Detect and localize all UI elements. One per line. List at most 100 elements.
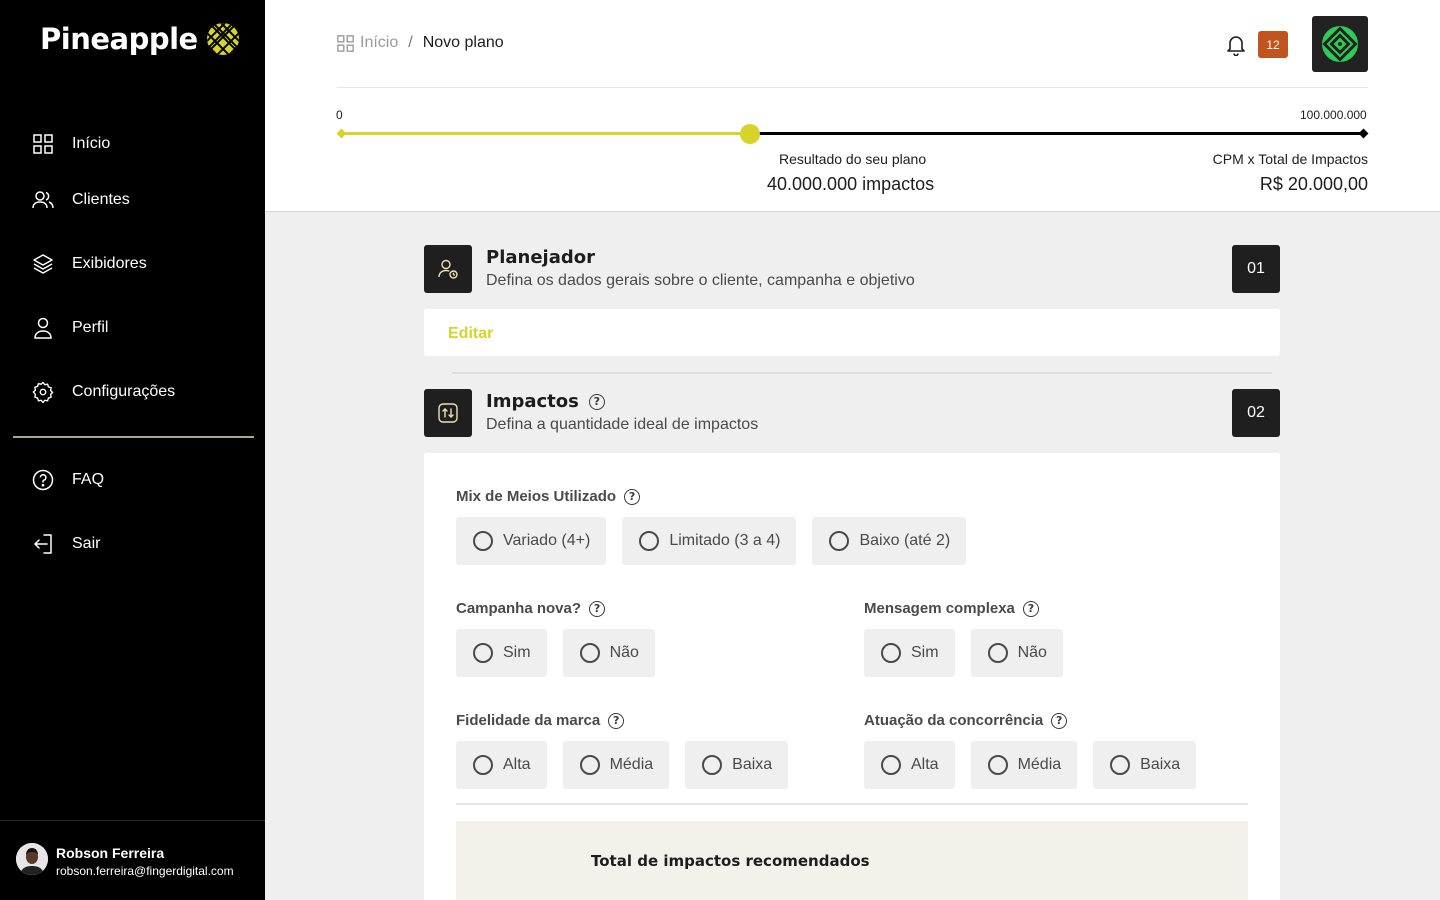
radio-option[interactable]: Baixo (até 2): [812, 517, 967, 565]
sidebar-item-label: Sair: [72, 535, 101, 552]
radio-circle: [473, 531, 493, 551]
cpm-value: R$ 20.000,00: [1259, 174, 1368, 194]
question-mensagem-complexa: Mensagem complexa ?: [864, 600, 1039, 617]
step-planejador: Planejador Defina os dados gerais sobre …: [424, 245, 1280, 293]
sidebar-item-exibidores[interactable]: Exibidores: [32, 253, 147, 275]
organization-avatar[interactable]: [1312, 16, 1368, 72]
notifications-button[interactable]: [1226, 34, 1246, 57]
help-icon[interactable]: ?: [589, 600, 606, 617]
breadcrumb-home-label: Início: [360, 34, 399, 51]
radio-option[interactable]: Alta: [864, 741, 955, 789]
radio-circle: [639, 531, 660, 551]
header-divider: [337, 87, 1368, 88]
edit-link[interactable]: Editar: [448, 325, 493, 343]
sidebar-item-label: Exibidores: [72, 255, 147, 272]
help-icon[interactable]: ?: [588, 393, 605, 410]
total-impacts-title: Total de impactos recomendados: [591, 852, 870, 870]
option-label: Média: [609, 756, 654, 773]
question-mix-meios: Mix de Meios Utilizado ?: [456, 488, 641, 505]
step-title: Planejador: [486, 247, 595, 268]
question-label: Mensagem complexa: [864, 600, 1015, 617]
option-label: Média: [1017, 756, 1062, 773]
user-email: robson.ferreira@fingerdigital.com: [56, 864, 234, 878]
help-icon[interactable]: ?: [1051, 712, 1068, 729]
step-number: 02: [1232, 389, 1280, 437]
user-profile[interactable]: Robson Ferreira robson.ferreira@fingerdi…: [0, 820, 265, 900]
breadcrumb: Início / Novo plano: [337, 34, 504, 52]
radio-circle: [473, 643, 493, 663]
question-label: Atuação da concorrência: [864, 712, 1044, 729]
option-label: Baixa: [1140, 756, 1181, 773]
planner-icon: [424, 245, 472, 293]
radio-option[interactable]: Variado (4+): [456, 517, 607, 565]
slider-end-marker: [1358, 128, 1369, 139]
impact-icon: [424, 389, 472, 437]
sidebar-item-sair[interactable]: Sair: [32, 533, 100, 555]
brand-logo[interactable]: Pineapple: [40, 22, 240, 56]
options-atuacao-concorrencia: Alta Média Baixa: [864, 741, 1197, 789]
question-label: Mix de Meios Utilizado: [456, 488, 617, 505]
help-circle-icon: [32, 469, 54, 491]
grid-icon: [32, 133, 54, 155]
sidebar-item-perfil[interactable]: Perfil: [32, 317, 108, 339]
help-icon[interactable]: ?: [1022, 600, 1039, 617]
sidebar-item-inicio[interactable]: Início: [32, 133, 110, 155]
options-campanha-nova: Sim Não: [456, 629, 655, 677]
radio-option[interactable]: Média: [970, 741, 1078, 789]
impact-slider-fill: [341, 132, 750, 135]
breadcrumb-separator: /: [408, 34, 413, 51]
radio-option[interactable]: Limitado (3 a 4): [622, 517, 797, 565]
sidebar: Pineapple Início Clientes Exibidores Per…: [0, 0, 265, 900]
radio-option[interactable]: Baixa: [685, 741, 789, 789]
options-mensagem-complexa: Sim Não: [864, 629, 1063, 677]
radio-option[interactable]: Sim: [456, 629, 547, 677]
radio-option[interactable]: Média: [562, 741, 670, 789]
result-label: Resultado do seu plano: [779, 151, 927, 167]
sidebar-item-label: Clientes: [72, 191, 130, 208]
radio-option[interactable]: Baixa: [1093, 741, 1197, 789]
bell-icon: [1227, 36, 1245, 57]
result-value: 40.000.000 impactos: [767, 174, 935, 194]
question-label: Campanha nova?: [456, 600, 582, 617]
sidebar-item-label: FAQ: [72, 471, 105, 488]
notification-count-badge: 12: [1258, 31, 1288, 58]
logout-icon: [32, 533, 54, 555]
step-subtitle: Defina a quantidade ideal de impactos: [486, 416, 759, 433]
radio-circle: [473, 755, 493, 775]
step-subtitle: Defina os dados gerais sobre o cliente, …: [486, 272, 915, 289]
radio-option[interactable]: Alta: [456, 741, 547, 789]
sidebar-item-configuracoes[interactable]: Configurações: [32, 381, 175, 403]
radio-circle: [579, 755, 600, 775]
form-divider: [456, 803, 1248, 805]
option-label: Não: [1017, 644, 1047, 661]
radio-circle: [881, 755, 901, 775]
brand-name: Pineapple: [40, 22, 198, 56]
sidebar-item-label: Perfil: [72, 319, 109, 336]
option-label: Sim: [503, 644, 531, 661]
radio-option[interactable]: Sim: [864, 629, 955, 677]
user-name: Robson Ferreira: [56, 845, 165, 861]
sidebar-item-label: Início: [72, 135, 111, 152]
radio-circle: [987, 755, 1008, 775]
option-label: Baixo (até 2): [859, 532, 951, 549]
section-divider: [452, 372, 1272, 374]
radio-circle: [702, 755, 723, 775]
radio-circle: [987, 643, 1008, 663]
help-icon[interactable]: ?: [624, 488, 641, 505]
option-label: Alta: [503, 756, 531, 773]
impact-slider-thumb[interactable]: [740, 124, 760, 144]
sidebar-item-faq[interactable]: FAQ: [32, 469, 104, 491]
step-impactos: Impactos ? Defina a quantidade ideal de …: [424, 389, 1280, 437]
total-impacts-panel: Total de impactos recomendados: [456, 821, 1248, 900]
help-icon[interactable]: ?: [608, 712, 625, 729]
sidebar-item-clientes[interactable]: Clientes: [32, 189, 130, 211]
gear-icon: [32, 381, 54, 403]
step-number: 01: [1232, 245, 1280, 293]
question-label: Fidelidade da marca: [456, 712, 601, 729]
impactos-form: Mix de Meios Utilizado ? Variado (4+) Li…: [424, 453, 1280, 900]
radio-option[interactable]: Não: [970, 629, 1063, 677]
breadcrumb-home[interactable]: Início: [337, 34, 398, 52]
organization-logo-icon: [1322, 26, 1358, 62]
option-label: Sim: [911, 644, 939, 661]
radio-option[interactable]: Não: [562, 629, 655, 677]
